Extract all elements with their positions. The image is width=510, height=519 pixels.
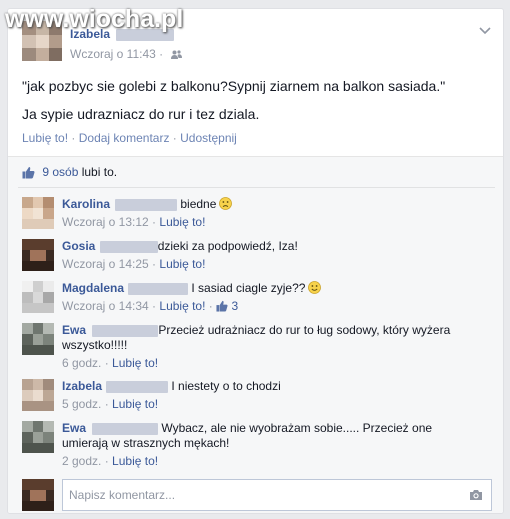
comment-time[interactable]: Wczoraj o 13:12 <box>62 215 149 229</box>
thumbs-up-icon <box>22 167 35 179</box>
post-meta: Wczoraj o 11:43 · <box>70 47 182 61</box>
commenter-avatar[interactable] <box>22 421 54 453</box>
commenter-avatar[interactable] <box>22 239 54 271</box>
friends-icon[interactable] <box>170 50 182 59</box>
redacted-surname <box>106 380 169 393</box>
comment-likes-count[interactable]: 3 <box>231 299 238 313</box>
thumbs-up-icon <box>216 300 228 312</box>
current-user-avatar <box>22 479 54 511</box>
redacted-surname <box>128 282 189 295</box>
post-timestamp[interactable]: Wczoraj o 11:43 <box>70 47 156 61</box>
comment-item: Karolina biedne Wczoraj o 13:12 · Lubię … <box>22 197 492 231</box>
comment-time[interactable]: Wczoraj o 14:25 <box>62 257 149 271</box>
commenter-name[interactable]: Gosia <box>62 239 95 253</box>
chevron-down-icon[interactable] <box>479 27 491 35</box>
commenter-name[interactable]: Magdalena <box>62 281 124 295</box>
comment-item: Ewa Przecież udrażniacz do rur to ług so… <box>22 323 492 371</box>
likes-summary: 9 osób lubi to. <box>22 165 117 183</box>
redacted-surname <box>92 422 159 435</box>
comment-text: I niestety o to chodzi <box>171 379 281 393</box>
comment-like-link[interactable]: Lubię to! <box>159 215 205 229</box>
commenter-avatar[interactable] <box>22 197 54 229</box>
commenter-name[interactable]: Ewa <box>62 421 86 435</box>
post-line-2: Ja sypie udrazniacz do rur i tez dziala. <box>22 106 260 122</box>
comment-time[interactable]: 2 godz. <box>62 454 101 468</box>
redacted-surname <box>99 240 158 253</box>
comment-time[interactable]: 6 godz. <box>62 356 101 370</box>
smile-icon <box>308 281 322 294</box>
frown-icon <box>219 197 233 210</box>
share-link[interactable]: Udostępnij <box>180 131 237 145</box>
likes-count[interactable]: 9 osób <box>42 165 78 179</box>
comment-like-link[interactable]: Lubię to! <box>112 454 158 468</box>
comment-item: Gosia dzieki za podpowiedź, Iza! Wczoraj… <box>22 239 492 273</box>
redacted-surname <box>92 324 159 337</box>
comment-like-link[interactable]: Lubię to! <box>112 356 158 370</box>
post-line-quote: "jak pozbyc sie golebi z balkonu?Sypnij … <box>22 78 446 94</box>
comment-like-link[interactable]: Lubię to! <box>112 397 158 411</box>
post-card: Izabela Wczoraj o 11:43 · "jak pozbyc si… <box>7 8 504 514</box>
divider <box>18 187 495 188</box>
redacted-surname <box>115 198 178 211</box>
commenter-name[interactable]: Ewa <box>62 323 86 337</box>
post-body: "jak pozbyc sie golebi z balkonu?Sypnij … <box>22 77 492 133</box>
commenter-avatar[interactable] <box>22 323 54 355</box>
commenter-avatar[interactable] <box>22 379 54 411</box>
comment-time[interactable]: 5 godz. <box>62 397 101 411</box>
comment-like-link[interactable]: Lubię to! <box>159 299 205 313</box>
camera-icon[interactable] <box>469 489 483 501</box>
post-actions: Lubię to! · Dodaj komentarz · Udostępnij <box>22 131 237 145</box>
likes-suffix: lubi to. <box>81 165 118 179</box>
feedback-section: 9 osób lubi to. Karolina biedne Wczoraj … <box>8 156 503 513</box>
comment-input[interactable]: Napisz komentarz... <box>62 479 492 511</box>
comment-text: biedne <box>180 197 217 211</box>
comment-text: dzieki za podpowiedź, Iza! <box>157 239 298 253</box>
comment-composer: Napisz komentarz... <box>22 479 492 511</box>
comment-time[interactable]: Wczoraj o 14:34 <box>62 299 149 313</box>
comment-input-placeholder: Napisz komentarz... <box>69 488 176 502</box>
like-link[interactable]: Lubię to! <box>22 131 68 145</box>
commenter-avatar[interactable] <box>22 281 54 313</box>
commenter-name[interactable]: Izabela <box>62 379 102 393</box>
comment-item: Izabela I niestety o to chodzi 5 godz. ·… <box>22 379 492 413</box>
comment-text: I sasiad ciagle zyje?? <box>191 281 306 295</box>
comment-link[interactable]: Dodaj komentarz <box>79 131 170 145</box>
comment-like-link[interactable]: Lubię to! <box>159 257 205 271</box>
commenter-name[interactable]: Karolina <box>62 197 110 211</box>
comment-item: Magdalena I sasiad ciagle zyje?? Wczoraj… <box>22 281 492 315</box>
watermark: www.wiocha.pl <box>5 5 184 33</box>
comment-item: Ewa Wybacz, ale nie wyobrażam sobie.....… <box>22 421 492 469</box>
